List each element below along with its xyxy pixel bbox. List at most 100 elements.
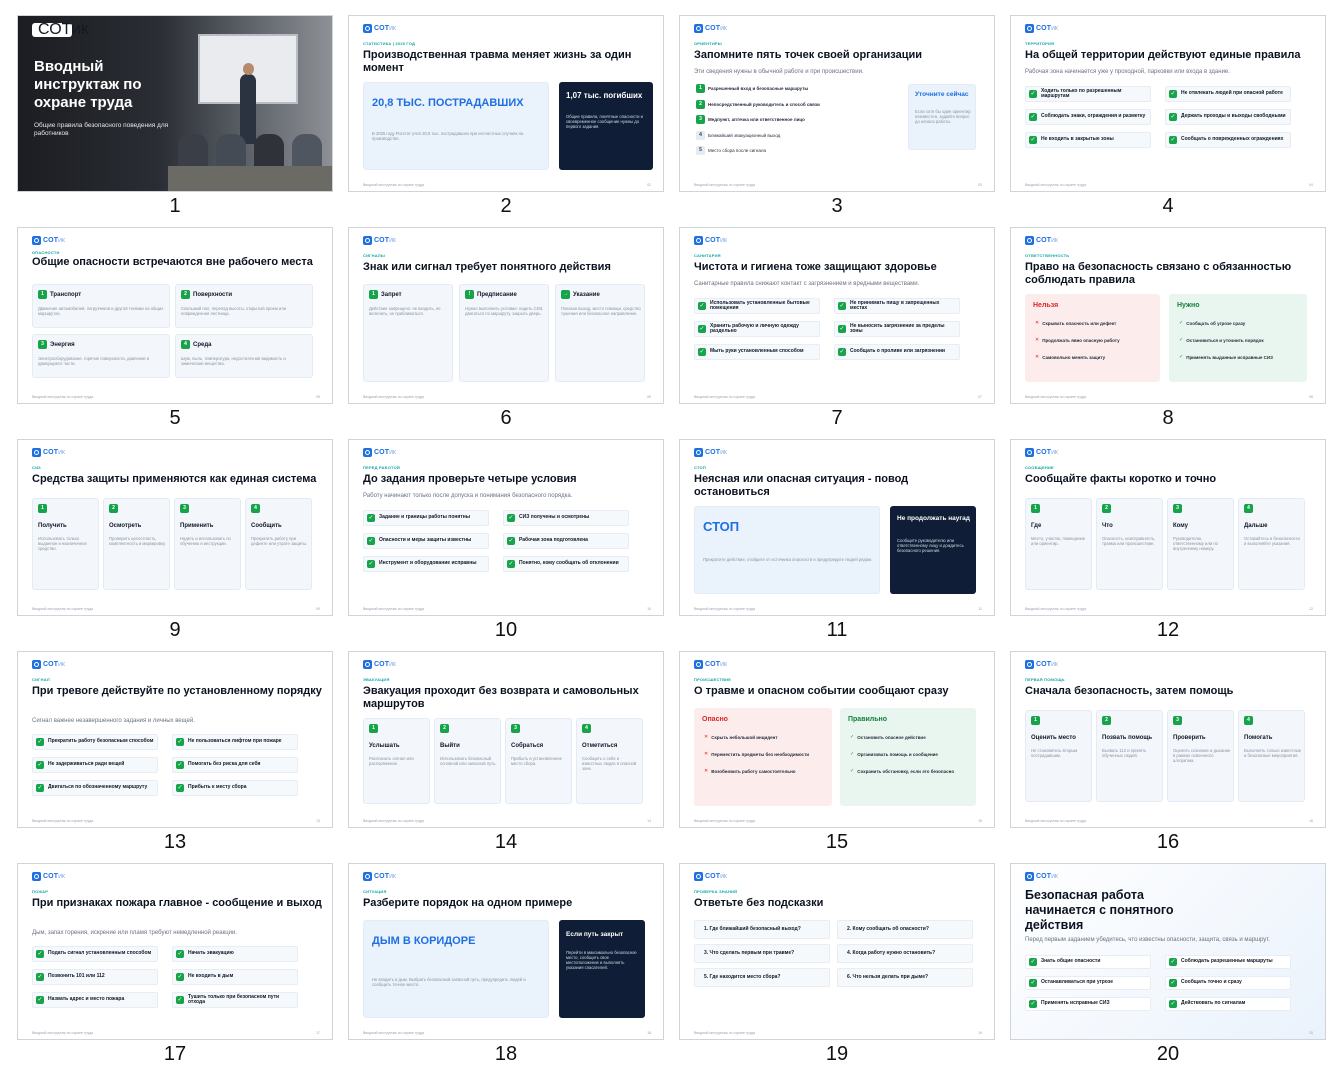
step-card: 1 Услышать Распознать сигнал или распоряже… [363, 718, 430, 804]
hazard-text: Движение автомобилей, погрузчиков и друг… [38, 306, 164, 316]
slide-thumbnail[interactable]: СОТИК Безопасная работа начинается с поня… [1010, 863, 1326, 1073]
slide-thumbnail[interactable]: СОТИК Ситуация Разберите порядок на одном … [348, 863, 664, 1073]
slide-preview[interactable]: СОТИК Сигналы Знак или сигнал требует поня… [348, 227, 664, 404]
slide-thumbnail[interactable]: СОТИК Территория На общей территории дейст… [1010, 15, 1326, 225]
logo-text-main: СОТ [1036, 237, 1052, 244]
slide-preview[interactable]: СОТИК Санитария Чистота и гигиена тоже защ… [679, 227, 995, 404]
slide-thumbnail[interactable]: СОТИК Пожар При признаках пожара главное -… [17, 863, 333, 1073]
slide-number-label: 1 [169, 195, 181, 217]
slide-thumbnail[interactable]: СОТИК Происшествие О травме и опасном собы… [679, 651, 995, 861]
brand-logo: СОТИК [1025, 23, 1058, 34]
brand-logo: СОТИК [363, 659, 396, 670]
slide-preview[interactable]: СОТИК Вводный инструктаж по охране труда О… [17, 15, 333, 192]
hazard-title: Поверхности [193, 291, 233, 298]
logo-text-suffix: ИК [1051, 26, 1059, 32]
page-number: 14 [647, 819, 651, 823]
slide-preview[interactable]: СОТИК Безопасная работа начинается с поня… [1010, 863, 1326, 1040]
step-card-title: Выйти [440, 743, 460, 749]
step-card-title: Собраться [511, 743, 544, 749]
step-card: 2 Осмотреть Проверить целостность, комплек… [103, 498, 170, 590]
logo-text-main: СОТ [1036, 661, 1052, 668]
logo-text: СОТИК [374, 661, 396, 668]
slide-thumbnail[interactable]: СОТИК Ориентиры Запомните пять точек своей… [679, 15, 995, 225]
slide-preview[interactable]: СОТИК Ответственность Право на безопасност… [1010, 227, 1326, 404]
checklist-item: ✓ Назвать адрес и место пожара [32, 992, 158, 1008]
slide-thumbnail[interactable]: СОТИК Стоп Неясная или опасная ситуация - … [679, 439, 995, 649]
slide-preview[interactable]: СОТИК Территория На общей территории дейст… [1010, 15, 1326, 192]
slide-thumbnail[interactable]: СОТИК Статистика | 2025 год Производственн… [348, 15, 664, 225]
slide-preview[interactable]: СОТИК Эвакуация Эвакуация проходит без воз… [348, 651, 664, 828]
slide-thumbnail[interactable]: СОТИК Перед работой До задания проверьте ч… [348, 439, 664, 649]
slide-preview[interactable]: СОТИК Перед работой До задания проверьте ч… [348, 439, 664, 616]
slide-footer: Вводный инструктаж по охране труда [694, 183, 756, 187]
checklist-item: ✓ Помогать без риска для себя [172, 757, 298, 773]
slide-preview[interactable]: СОТИК СИЗ Средства защиты применяются как … [17, 439, 333, 616]
step-card-title: Где [1031, 523, 1042, 529]
check-icon: ✓ [838, 325, 846, 333]
slide-preview[interactable]: СОТИК Стоп Неясная или опасная ситуация - … [679, 439, 995, 616]
slide-preview[interactable]: СОТИК Опасности Общие опасности встречаютс… [17, 227, 333, 404]
stop-card-text: Прекратите действие, отойдите от источни… [703, 557, 873, 562]
logo-text-main: СОТ [43, 873, 59, 880]
step-card: 4 Отметиться Сообщить о себе и известных л… [576, 718, 643, 804]
slide-thumbnail[interactable]: СОТИК Первая помощь Сначала безопасность, … [1010, 651, 1326, 861]
slide-preview[interactable]: СОТИК Ситуация Разберите порядок на одном … [348, 863, 664, 1040]
quiz-question-label: 1. Где ближайший безопасный выход? [704, 925, 801, 932]
slide-title: Знак или сигнал требует понятного действ… [363, 261, 611, 273]
step-card-title: Помогать [1244, 735, 1273, 741]
slide-thumbnail[interactable]: СОТИК Вводный инструктаж по охране труда О… [17, 15, 333, 225]
slide-preview[interactable]: СОТИК Ориентиры Запомните пять точек своей… [679, 15, 995, 192]
checklist-item-label: Инструмент и оборудование исправны [379, 560, 477, 567]
slide-footer: Вводный инструктаж по охране труда [1025, 183, 1087, 187]
checklist-item-label: Сообщать о проливе или загрязнении [850, 348, 946, 355]
scenario-dark-title: Если путь закрыт [566, 931, 624, 938]
check-icon: ✓ [36, 761, 44, 769]
brand-logo: СОТИК [694, 659, 727, 670]
page-number: 04 [1309, 183, 1313, 187]
slide-preview[interactable]: СОТИК Происшествие О травме и опасном собы… [679, 651, 995, 828]
slide-number-label: 15 [825, 831, 849, 853]
step-number-badge: 2 [109, 504, 118, 513]
check-icon: ✓ [850, 734, 855, 740]
slide-thumbnail[interactable]: СОТИК Санитария Чистота и гигиена тоже защ… [679, 227, 995, 437]
hazard-number: 1 [38, 290, 47, 299]
step-card-text: Вызвать 112 и принять обученных людей. [1102, 748, 1147, 758]
danger-item: ✕ Скрыть небольшой инцидент [704, 734, 824, 740]
slide-preview[interactable]: СОТИК Статистика | 2025 год Производственн… [348, 15, 664, 192]
forbidden-title: Нельзя [1033, 302, 1059, 309]
slide-thumbnail[interactable]: СОТИК Сигналы Знак или сигнал требует поня… [348, 227, 664, 437]
slide-footer: Вводный инструктаж по охране труда [32, 1031, 94, 1035]
slide-thumbnail[interactable]: СОТИК СИЗ Средства защиты применяются как … [17, 439, 333, 649]
sign-card-title: Указание [573, 291, 600, 298]
slide-preview[interactable]: СОТИК Сообщение Сообщайте факты коротко и … [1010, 439, 1326, 616]
slide-preview[interactable]: СОТИК Первая помощь Сначала безопасность, … [1010, 651, 1326, 828]
logo-text-suffix: ИК [720, 26, 728, 32]
slide-thumbnail[interactable]: СОТИК Сообщение Сообщайте факты коротко и … [1010, 439, 1326, 649]
slide-title: Разберите порядок на одном примере [363, 897, 573, 909]
step-card: 3 Применить Надеть и использовать по обуче… [174, 498, 241, 590]
slide-thumbnail[interactable]: СОТИК Ответственность Право на безопасност… [1010, 227, 1326, 437]
slide-kicker: Сигналы [363, 253, 385, 258]
logo-text-suffix: ИК [58, 874, 66, 880]
slide-thumbnail[interactable]: СОТИК Опасности Общие опасности встречаютс… [17, 227, 333, 437]
quiz-question-label: 4. Когда работу нужно остановить? [847, 949, 936, 956]
slide-thumbnail[interactable]: СОТИК Сигнал При тревоге действуйте по уст… [17, 651, 333, 861]
checklist-item-label: Двигаться по обозначенному маршруту [48, 784, 148, 791]
step-card-title: Отметиться [582, 743, 618, 749]
page-number: 08 [1309, 395, 1313, 399]
hazard-title: Среда [193, 341, 212, 348]
check-icon: ✓ [1029, 1000, 1037, 1008]
check-icon: ✓ [1169, 113, 1177, 121]
checklist-item: ✓ Прекратить работу безопасным способом [32, 734, 158, 750]
slide-thumbnail[interactable]: СОТИК Проверка знаний Ответьте без подсказ… [679, 863, 995, 1073]
checklist-item: ✓ Не отвлекать людей при опасной работе [1165, 86, 1291, 102]
checklist-item: ✓ Инструмент и оборудование исправны [363, 556, 489, 572]
logo-icon [363, 660, 372, 669]
checklist-item-label: Не входить в дым [188, 973, 234, 980]
slide-preview[interactable]: СОТИК Пожар При признаках пожара главное -… [17, 863, 333, 1040]
brand-logo: СОТИК [32, 447, 65, 458]
checklist-item-label: Не задерживаться ради вещей [48, 761, 125, 768]
slide-thumbnail[interactable]: СОТИК Эвакуация Эвакуация проходит без воз… [348, 651, 664, 861]
slide-preview[interactable]: СОТИК Сигнал При тревоге действуйте по уст… [17, 651, 333, 828]
slide-preview[interactable]: СОТИК Проверка знаний Ответьте без подсказ… [679, 863, 995, 1040]
